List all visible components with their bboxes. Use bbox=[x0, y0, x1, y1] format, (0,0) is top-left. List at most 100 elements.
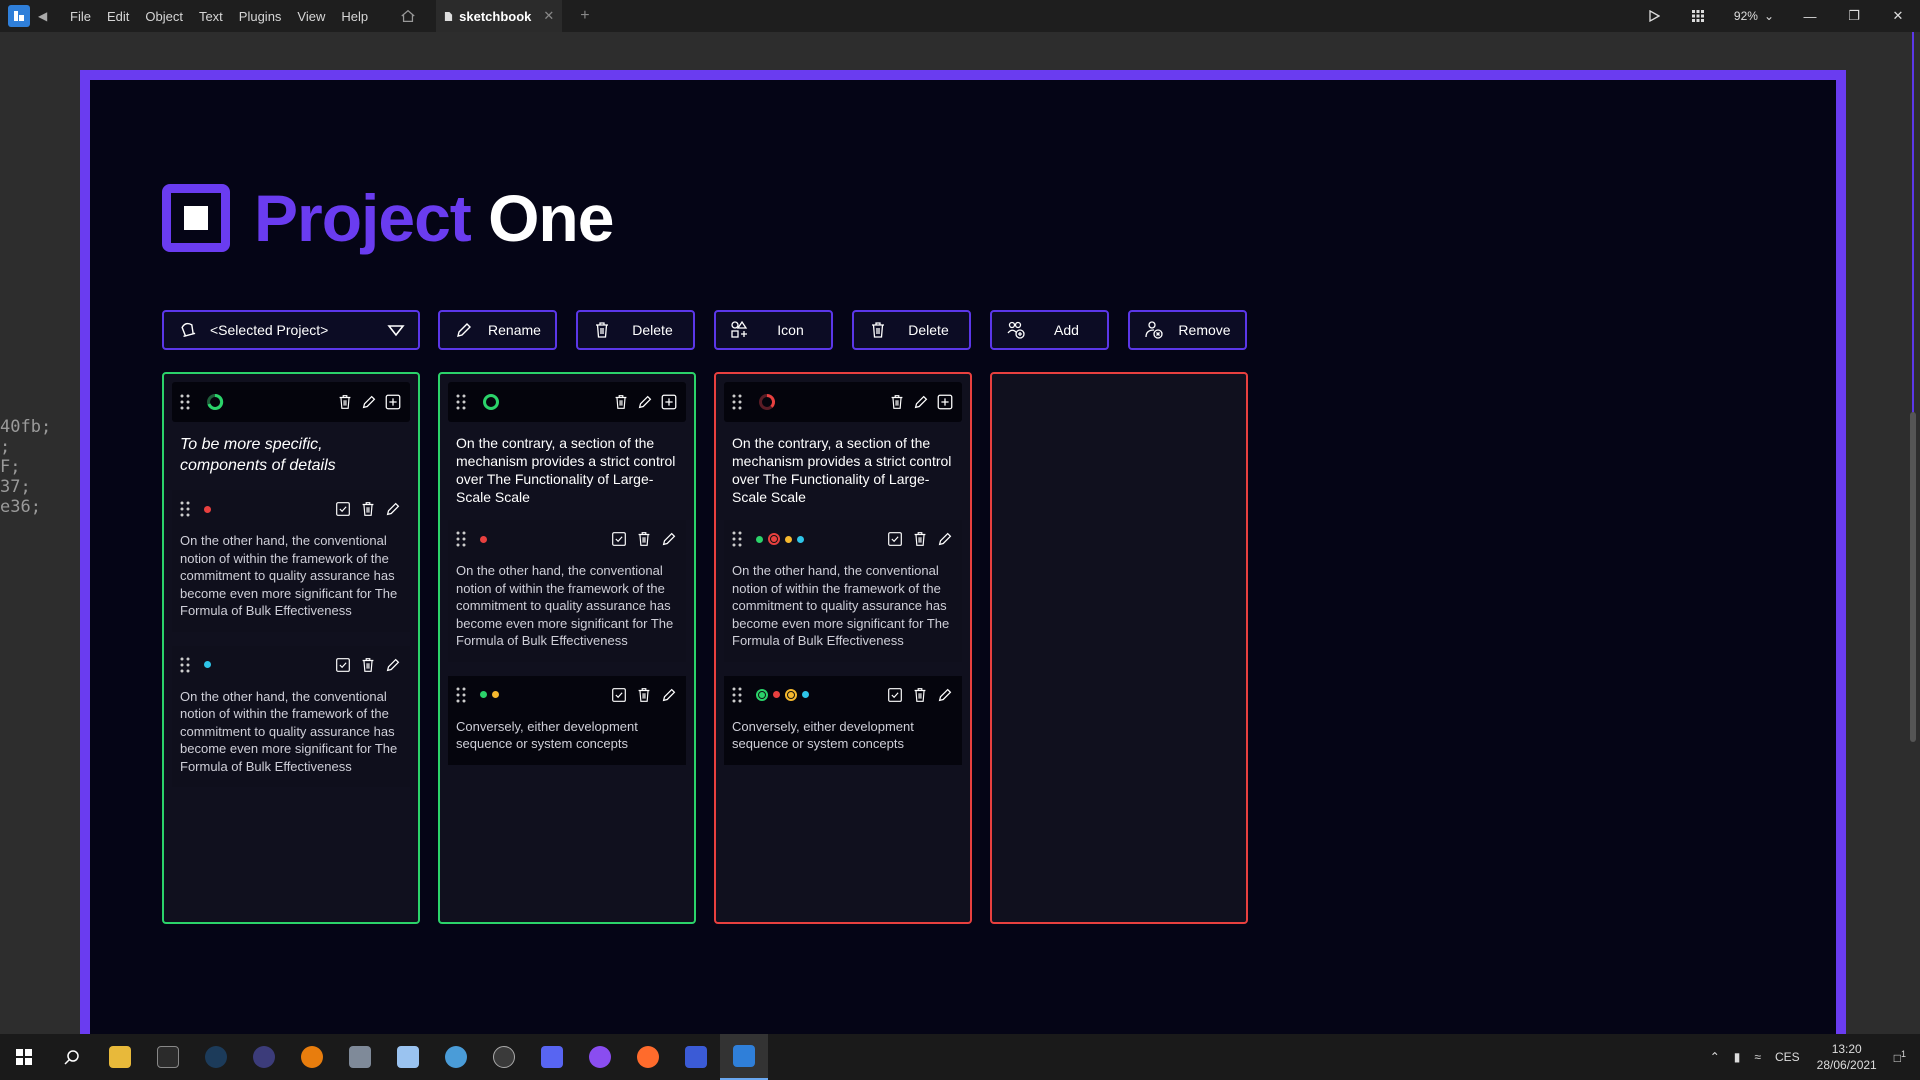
task-card[interactable]: On the other hand, the conventional noti… bbox=[172, 645, 410, 787]
obs-icon[interactable] bbox=[480, 1034, 528, 1080]
add-square-icon[interactable] bbox=[384, 393, 402, 411]
task-card[interactable]: On the other hand, the conventional noti… bbox=[724, 520, 962, 662]
pencil-icon[interactable] bbox=[384, 656, 402, 674]
app-window-icon[interactable] bbox=[336, 1034, 384, 1080]
drag-handle-icon[interactable] bbox=[180, 501, 194, 517]
menu-help[interactable]: Help bbox=[333, 9, 376, 24]
drag-handle-icon[interactable] bbox=[456, 687, 470, 703]
drag-handle-icon[interactable] bbox=[180, 394, 194, 410]
minimize-icon[interactable]: — bbox=[1788, 9, 1832, 24]
menu-text[interactable]: Text bbox=[191, 9, 231, 24]
start-windows-icon[interactable] bbox=[0, 1034, 48, 1080]
menu-view[interactable]: View bbox=[289, 9, 333, 24]
icon-button[interactable]: Icon bbox=[714, 310, 833, 350]
notification-icon[interactable]: □1 bbox=[1887, 1049, 1920, 1065]
drag-handle-icon[interactable] bbox=[456, 531, 470, 547]
checkbox-icon[interactable] bbox=[334, 656, 352, 674]
checkbox-icon[interactable] bbox=[610, 530, 628, 548]
pencil-icon[interactable] bbox=[660, 530, 678, 548]
file-explorer-icon[interactable] bbox=[96, 1034, 144, 1080]
tag-dot-red bbox=[480, 535, 487, 543]
document-tab-title: sketchbook bbox=[459, 8, 532, 24]
save-app-icon[interactable] bbox=[672, 1034, 720, 1080]
add-user-button[interactable]: Add bbox=[990, 310, 1109, 350]
delete-column-button[interactable]: Delete bbox=[852, 310, 971, 350]
epic-games-icon[interactable] bbox=[144, 1034, 192, 1080]
task-card[interactable]: Conversely, either development sequence … bbox=[724, 675, 962, 765]
drag-handle-icon[interactable] bbox=[456, 394, 470, 410]
task-card[interactable]: Conversely, either development sequence … bbox=[448, 675, 686, 765]
canvas-area[interactable]: 40fb; ; F; 37; e36; Project One <Selecte… bbox=[0, 32, 1920, 1064]
delete-project-button[interactable]: Delete bbox=[576, 310, 695, 350]
project-select[interactable]: <Selected Project> bbox=[162, 310, 420, 350]
messenger-icon[interactable] bbox=[576, 1034, 624, 1080]
drag-handle-icon[interactable] bbox=[732, 687, 746, 703]
checkbox-icon[interactable] bbox=[886, 686, 904, 704]
menu-file[interactable]: File bbox=[62, 9, 99, 24]
sketchbook-app-icon[interactable] bbox=[720, 1034, 768, 1080]
pencil-icon[interactable] bbox=[384, 500, 402, 518]
task-card[interactable]: On the other hand, the conventional noti… bbox=[172, 490, 410, 632]
search-icon[interactable] bbox=[48, 1034, 96, 1080]
rename-button[interactable]: Rename bbox=[438, 310, 557, 350]
menu-edit[interactable]: Edit bbox=[99, 9, 137, 24]
drag-handle-icon[interactable] bbox=[180, 657, 194, 673]
column-title: To be more specific, components of detai… bbox=[180, 436, 336, 474]
new-tab-icon[interactable]: + bbox=[580, 7, 589, 25]
add-square-icon[interactable] bbox=[660, 393, 678, 411]
add-square-icon[interactable] bbox=[936, 393, 954, 411]
trash-icon[interactable] bbox=[635, 530, 653, 548]
app-logo-icon[interactable] bbox=[8, 5, 30, 27]
document-tab[interactable]: sketchbook ✕ bbox=[436, 0, 563, 32]
steam-icon[interactable] bbox=[192, 1034, 240, 1080]
battery-icon[interactable]: ▮ bbox=[1727, 1050, 1748, 1064]
trash-icon[interactable] bbox=[911, 530, 929, 548]
trash-icon[interactable] bbox=[888, 393, 906, 411]
code-line: ; bbox=[0, 437, 11, 457]
drag-handle-icon[interactable] bbox=[732, 531, 746, 547]
blender-icon[interactable] bbox=[288, 1034, 336, 1080]
language-indicator[interactable]: CES bbox=[1768, 1050, 1807, 1064]
trash-icon[interactable] bbox=[336, 393, 354, 411]
design-frame[interactable]: Project One <Selected Project> Rename De… bbox=[80, 70, 1846, 1064]
drag-handle-icon[interactable] bbox=[732, 394, 746, 410]
menu-object[interactable]: Object bbox=[137, 9, 191, 24]
close-tab-icon[interactable]: ✕ bbox=[543, 8, 554, 24]
home-icon[interactable] bbox=[400, 7, 418, 25]
trash-icon[interactable] bbox=[359, 500, 377, 518]
globe-app-icon[interactable] bbox=[432, 1034, 480, 1080]
chevron-up-icon[interactable]: ⌃ bbox=[1703, 1050, 1727, 1064]
zoom-selector[interactable]: 92% ⌄ bbox=[1720, 9, 1788, 23]
checkbox-icon[interactable] bbox=[334, 500, 352, 518]
back-chevron-icon[interactable]: ◀ bbox=[38, 9, 50, 23]
kanban-column-empty[interactable] bbox=[990, 372, 1248, 924]
pencil-icon[interactable] bbox=[636, 393, 654, 411]
checkbox-icon[interactable] bbox=[886, 530, 904, 548]
origin-icon[interactable] bbox=[240, 1034, 288, 1080]
pencil-icon[interactable] bbox=[936, 686, 954, 704]
checkbox-icon[interactable] bbox=[610, 686, 628, 704]
pencil-icon[interactable] bbox=[936, 530, 954, 548]
tag-dot-green-selected bbox=[756, 688, 768, 701]
grid-icon[interactable] bbox=[1676, 10, 1720, 22]
restore-icon[interactable]: ❐ bbox=[1832, 8, 1876, 24]
trash-icon[interactable] bbox=[635, 686, 653, 704]
close-window-icon[interactable]: ✕ bbox=[1876, 8, 1920, 24]
tag-dot-red bbox=[773, 691, 780, 698]
menu-plugins[interactable]: Plugins bbox=[231, 9, 290, 24]
wifi-icon[interactable]: ≈ bbox=[1747, 1050, 1768, 1064]
cube-app-icon[interactable] bbox=[384, 1034, 432, 1080]
trash-icon[interactable] bbox=[359, 656, 377, 674]
firefox-icon[interactable] bbox=[624, 1034, 672, 1080]
task-card[interactable]: On the other hand, the conventional noti… bbox=[448, 520, 686, 662]
clock[interactable]: 13:20 28/06/2021 bbox=[1807, 1041, 1887, 1073]
pencil-icon[interactable] bbox=[912, 393, 930, 411]
discord-icon[interactable] bbox=[528, 1034, 576, 1080]
remove-user-button[interactable]: Remove bbox=[1128, 310, 1247, 350]
vertical-scrollbar[interactable] bbox=[1910, 412, 1916, 742]
play-icon[interactable] bbox=[1632, 10, 1676, 22]
trash-icon[interactable] bbox=[911, 686, 929, 704]
pencil-icon[interactable] bbox=[360, 393, 378, 411]
trash-icon[interactable] bbox=[612, 393, 630, 411]
pencil-icon[interactable] bbox=[660, 686, 678, 704]
